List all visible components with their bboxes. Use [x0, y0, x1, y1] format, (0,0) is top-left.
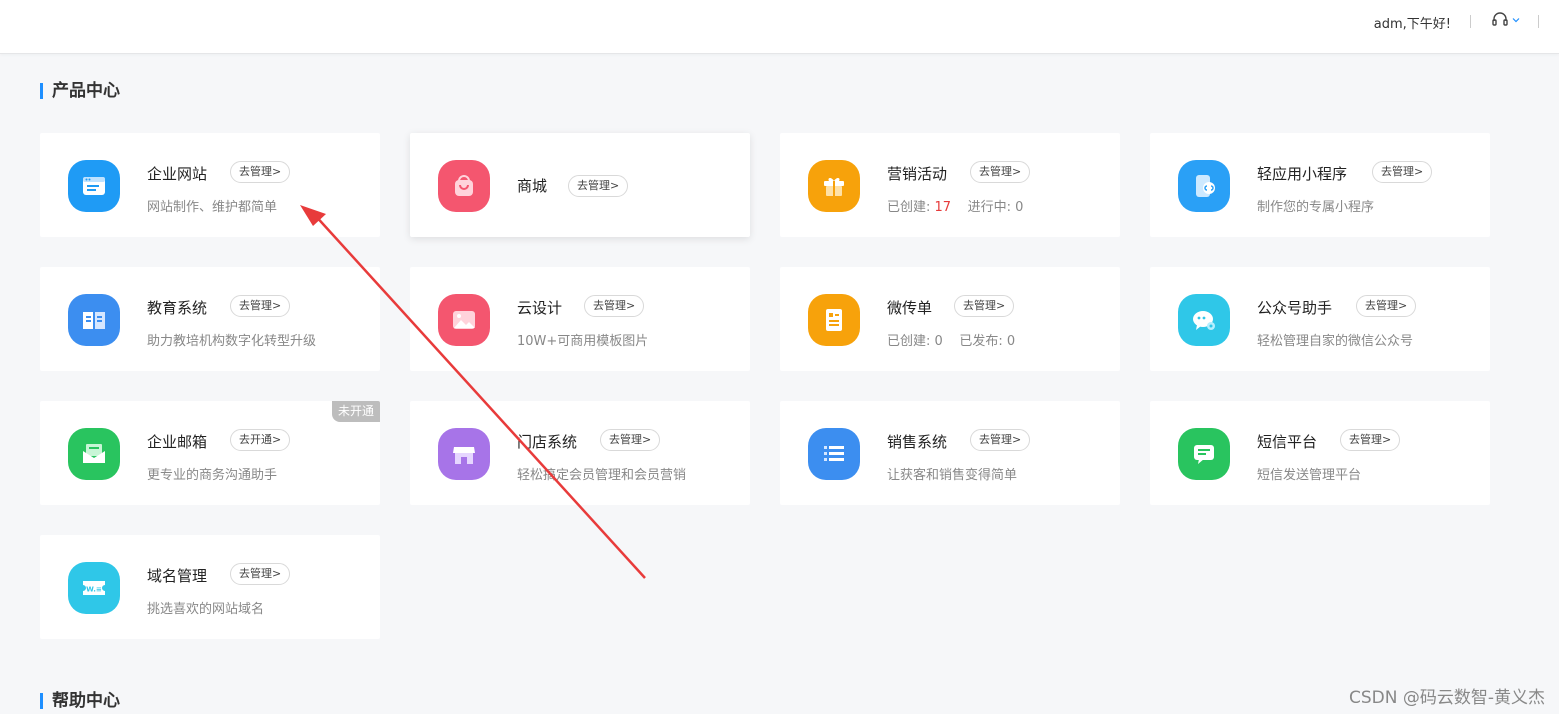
image-icon — [438, 294, 490, 346]
manage-button[interactable]: 去管理> — [568, 175, 629, 197]
manage-button[interactable]: 去管理> — [970, 161, 1031, 183]
manage-button[interactable]: 去管理> — [1356, 295, 1417, 317]
card-title: 商城 — [517, 177, 548, 195]
manage-button[interactable]: 去管理> — [230, 295, 291, 317]
card-description: 助力教培机构数字化转型升级 — [147, 334, 317, 349]
manage-button[interactable]: 去管理> — [1372, 161, 1433, 183]
stat-label: 已创建: — [887, 334, 931, 349]
stat-value: 0 — [1006, 334, 1016, 349]
card-title: 域名管理 — [147, 567, 208, 585]
shopping-bag-icon — [438, 160, 490, 212]
card-title: 企业邮箱 — [147, 433, 208, 451]
product-card-store[interactable]: 门店系统 去管理> 轻松搞定会员管理和会员营销 — [410, 401, 750, 505]
product-card-cloud-design[interactable]: 云设计 去管理> 10W+可商用模板图片 — [410, 267, 750, 371]
product-card-website[interactable]: 企业网站 去管理> 网站制作、维护都简单 — [40, 133, 380, 237]
card-title: 销售系统 — [887, 433, 948, 451]
list-icon — [808, 428, 860, 480]
product-card-sales[interactable]: 销售系统 去管理> 让获客和销售变得简单 — [780, 401, 1120, 505]
greeting-text: adm,下午好! — [1373, 17, 1451, 32]
manage-button[interactable]: 去管理> — [600, 429, 661, 451]
card-description: 10W+可商用模板图片 — [517, 334, 649, 349]
card-title: 微传单 — [887, 299, 933, 317]
status-badge: 未开通 — [331, 401, 380, 422]
product-card-flyer[interactable]: 微传单 去管理> 已创建: 0 已发布: 0 — [780, 267, 1120, 371]
stat-value: 0 — [1015, 200, 1024, 215]
svg-text:W.≡: W.≡ — [86, 586, 102, 594]
support-menu[interactable] — [1491, 9, 1521, 31]
card-description: 轻松管理自家的微信公众号 — [1257, 334, 1414, 349]
gift-icon — [808, 160, 860, 212]
book-icon — [68, 294, 120, 346]
mail-icon — [68, 428, 120, 480]
wechat-icon — [1178, 294, 1230, 346]
headset-icon — [1492, 12, 1508, 26]
card-stats: 已创建: 0 已发布: 0 — [887, 330, 1015, 349]
card-title: 短信平台 — [1257, 433, 1318, 451]
card-description: 轻松搞定会员管理和会员营销 — [517, 468, 687, 483]
product-card-wechat-assistant[interactable]: 公众号助手 去管理> 轻松管理自家的微信公众号 — [1150, 267, 1490, 371]
card-stats: 已创建: 17 进行中: 0 — [887, 196, 1023, 215]
website-icon — [68, 160, 120, 212]
stat-label: 已发布: — [959, 334, 1003, 349]
manage-button[interactable]: 去管理> — [954, 295, 1015, 317]
flyer-icon — [808, 294, 860, 346]
top-bar: adm,下午好! — [0, 0, 1559, 54]
section-title-product-center: 产品中心 — [40, 81, 120, 101]
card-title: 公众号助手 — [1257, 299, 1333, 317]
product-card-enterprise-mail[interactable]: 未开通 企业邮箱 去开通> 更专业的商务沟通助手 — [40, 401, 380, 505]
watermark-text: CSDN @码云数智-黄义杰 — [1348, 688, 1545, 708]
open-service-button[interactable]: 去开通> — [230, 429, 291, 451]
manage-button[interactable]: 去管理> — [230, 563, 291, 585]
product-card-marketing[interactable]: 营销活动 去管理> 已创建: 17 进行中: 0 — [780, 133, 1120, 237]
section-title-help-center: 帮助中心 — [40, 691, 120, 711]
card-title: 云设计 — [517, 299, 563, 317]
sms-icon — [1178, 428, 1230, 480]
card-description: 网站制作、维护都简单 — [147, 200, 278, 215]
product-card-mall[interactable]: 商城 去管理> — [410, 133, 750, 237]
card-title: 营销活动 — [887, 165, 948, 183]
chevron-down-icon — [1512, 18, 1520, 23]
divider — [1470, 15, 1471, 28]
card-title: 门店系统 — [517, 433, 578, 451]
manage-button[interactable]: 去管理> — [584, 295, 645, 317]
card-description: 让获客和销售变得简单 — [887, 468, 1018, 483]
stat-label: 已创建: — [887, 200, 931, 215]
product-card-domain[interactable]: W.≡ 域名管理 去管理> 挑选喜欢的网站域名 — [40, 535, 380, 639]
card-description: 更专业的商务沟通助手 — [147, 468, 278, 483]
product-card-sms[interactable]: 短信平台 去管理> 短信发送管理平台 — [1150, 401, 1490, 505]
domain-icon: W.≡ — [68, 562, 120, 614]
card-title: 轻应用小程序 — [1257, 165, 1348, 183]
manage-button[interactable]: 去管理> — [230, 161, 291, 183]
stat-label: 进行中: — [967, 200, 1011, 215]
stat-value: 0 — [934, 334, 943, 349]
store-icon — [438, 428, 490, 480]
card-title: 企业网站 — [147, 165, 208, 183]
card-description: 短信发送管理平台 — [1257, 468, 1362, 483]
miniprogram-icon — [1178, 160, 1230, 212]
card-description: 制作您的专属小程序 — [1257, 200, 1375, 215]
manage-button[interactable]: 去管理> — [970, 429, 1031, 451]
card-title: 教育系统 — [147, 299, 208, 317]
divider — [1538, 15, 1539, 28]
stat-value: 17 — [934, 200, 952, 215]
card-description: 挑选喜欢的网站域名 — [147, 602, 265, 617]
manage-button[interactable]: 去管理> — [1340, 429, 1401, 451]
product-card-miniprogram[interactable]: 轻应用小程序 去管理> 制作您的专属小程序 — [1150, 133, 1490, 237]
product-card-education[interactable]: 教育系统 去管理> 助力教培机构数字化转型升级 — [40, 267, 380, 371]
